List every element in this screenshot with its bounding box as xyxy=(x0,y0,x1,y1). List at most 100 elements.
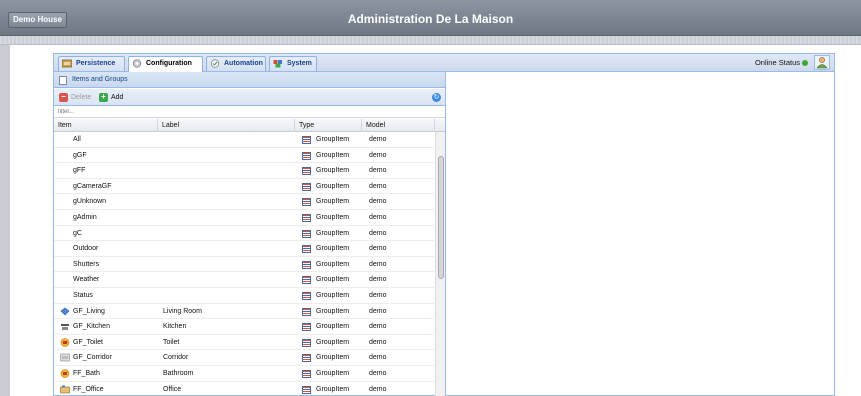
configuration-icon xyxy=(132,59,142,68)
app-header: Demo House Administration De La Maison xyxy=(0,0,861,36)
group-item-icon xyxy=(302,354,311,363)
cell-label: Toilet xyxy=(163,338,180,346)
cell-type: GroupItem xyxy=(316,151,350,159)
table-row[interactable]: All GroupItem demo xyxy=(54,132,434,148)
cell-model: demo xyxy=(369,338,387,346)
column-header-label[interactable]: Label xyxy=(158,119,295,132)
cell-type: GroupItem xyxy=(316,229,350,237)
cell-type: GroupItem xyxy=(316,182,350,190)
cell-type: GroupItem xyxy=(316,167,350,175)
toilet-icon xyxy=(60,337,70,347)
cell-item: Outdoor xyxy=(73,245,99,253)
table-row[interactable]: gUnknown GroupItem demo xyxy=(54,194,434,210)
grid-body: All GroupItem demo gGF GroupItem demo gFF Group… xyxy=(54,132,445,396)
cell-item: GF_Kitchen xyxy=(73,323,110,331)
table-row[interactable]: Outdoor GroupItem demo xyxy=(54,241,434,257)
online-status-label: Online Status xyxy=(754,58,800,67)
cell-item: FF_Bath xyxy=(73,370,100,377)
group-item-icon xyxy=(302,198,311,207)
cell-type: GroupItem xyxy=(316,370,350,377)
cell-model: demo xyxy=(369,354,387,362)
office-icon xyxy=(60,385,70,394)
cell-type: GroupItem xyxy=(316,385,350,393)
document-icon xyxy=(59,76,67,85)
corridor-icon xyxy=(60,353,70,362)
cell-item: gC xyxy=(73,229,82,237)
table-row[interactable]: Status GroupItem demo xyxy=(54,288,434,304)
table-row[interactable]: GF_Kitchen Kitchen GroupItem demo xyxy=(54,319,434,335)
cell-item: Status xyxy=(73,292,93,299)
table-row[interactable]: gC GroupItem demo xyxy=(54,226,434,242)
cell-item: gGF xyxy=(73,151,87,159)
cell-type: GroupItem xyxy=(316,323,350,331)
group-item-icon xyxy=(302,276,311,285)
refresh-icon[interactable]: ↻ xyxy=(432,93,441,102)
cell-item: All xyxy=(73,136,81,143)
table-row[interactable]: gFF GroupItem demo xyxy=(54,163,434,179)
delete-label: Delete xyxy=(71,94,92,101)
system-icon xyxy=(273,60,282,68)
delete-button[interactable]: − Delete xyxy=(59,92,91,103)
tab-label: Configuration xyxy=(146,60,192,67)
table-row[interactable]: Weather GroupItem demo xyxy=(54,272,434,288)
group-item-icon xyxy=(302,307,311,316)
cell-type: GroupItem xyxy=(316,214,350,221)
group-item-icon xyxy=(302,260,311,269)
cell-model: demo xyxy=(369,151,387,159)
group-item-icon xyxy=(302,292,311,300)
pane-toolbar: − Delete + Add ↻ xyxy=(54,89,445,106)
header-strip xyxy=(0,36,861,45)
cell-model: demo xyxy=(369,370,387,377)
tab-automation[interactable]: Automation xyxy=(206,56,266,71)
tab-persistence[interactable]: Persistence xyxy=(58,56,125,71)
add-label: Add xyxy=(111,94,124,101)
table-row[interactable]: gCameraGF GroupItem demo xyxy=(54,179,434,195)
tab-label: System xyxy=(287,60,312,67)
table-row[interactable]: Shutters GroupItem demo xyxy=(54,257,434,273)
table-row[interactable]: GF_Corridor Corridor GroupItem demo xyxy=(54,350,434,366)
cell-model: demo xyxy=(369,136,387,143)
bath-icon xyxy=(60,369,70,378)
column-header-item[interactable]: Item xyxy=(54,119,158,132)
add-button[interactable]: + Add xyxy=(99,92,123,103)
cell-item: Weather xyxy=(73,276,100,284)
filter-input[interactable] xyxy=(54,106,445,118)
group-item-icon xyxy=(302,167,311,176)
group-item-icon xyxy=(302,229,311,238)
tab-configuration[interactable]: Configuration xyxy=(128,56,203,72)
pane-title-text: Items and Groups xyxy=(72,76,128,83)
cell-model: demo xyxy=(369,292,387,299)
cell-label: Kitchen xyxy=(163,323,187,331)
user-icon xyxy=(816,57,828,69)
group-item-icon xyxy=(302,370,311,378)
group-item-icon xyxy=(302,338,311,347)
grid-scrollbar[interactable] xyxy=(435,132,445,396)
cell-model: demo xyxy=(369,214,387,221)
table-row[interactable]: gGF GroupItem demo xyxy=(54,148,434,164)
items-groups-pane: Items and Groups − Delete + Add ↻ Item L… xyxy=(54,72,446,396)
table-row[interactable]: GF_Living Living Room GroupItem demo xyxy=(54,304,434,320)
table-row[interactable]: gAdmin GroupItem demo xyxy=(54,210,434,226)
left-gutter xyxy=(0,45,10,396)
user-button[interactable] xyxy=(814,55,830,70)
cell-label: Bathroom xyxy=(163,370,194,377)
cell-item: gAdmin xyxy=(73,214,97,221)
scrollbar-thumb[interactable] xyxy=(438,156,444,279)
table-row[interactable]: FF_Bath Bathroom GroupItem demo xyxy=(54,366,434,382)
table-row[interactable]: FF_Office Office GroupItem demo xyxy=(54,382,434,396)
tab-system[interactable]: System xyxy=(269,56,317,71)
column-header-model[interactable]: Model xyxy=(362,119,435,132)
group-item-icon xyxy=(302,245,311,254)
add-icon: + xyxy=(99,93,108,102)
kitchen-icon xyxy=(60,322,70,331)
delete-icon: − xyxy=(59,93,68,102)
automation-icon xyxy=(210,59,220,68)
table-row[interactable]: GF_Toilet Toilet GroupItem demo xyxy=(54,335,434,351)
cell-item: GF_Toilet xyxy=(73,338,103,346)
column-header-type[interactable]: Type xyxy=(295,119,362,132)
cell-model: demo xyxy=(369,323,387,331)
cell-model: demo xyxy=(369,385,387,393)
tab-label: Persistence xyxy=(76,60,116,67)
cell-item: Shutters xyxy=(73,260,100,268)
persistence-icon xyxy=(62,59,72,68)
